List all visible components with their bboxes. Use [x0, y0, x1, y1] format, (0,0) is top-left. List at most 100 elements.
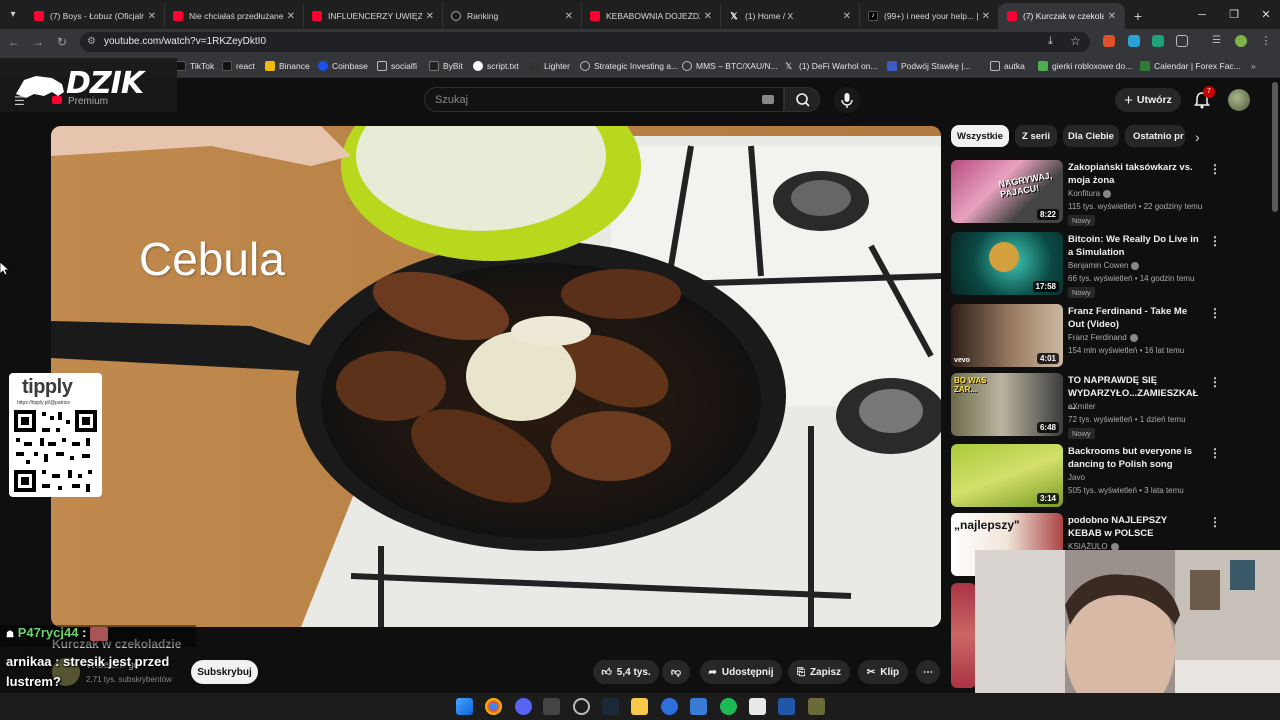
- app-icon[interactable]: [749, 698, 766, 715]
- chevron-right-icon[interactable]: ›: [1195, 129, 1200, 145]
- bookmark-folder[interactable]: socialfi: [377, 59, 417, 73]
- reading-list-icon[interactable]: ☰: [1212, 35, 1224, 47]
- browser-tab[interactable]: Ranking ✕: [443, 3, 582, 29]
- close-icon[interactable]: ✕: [287, 11, 295, 22]
- browser-tab[interactable]: Nie chciałaś przedłużanej ✕: [165, 3, 304, 29]
- more-options-icon[interactable]: ⋮: [1209, 162, 1221, 176]
- discord-icon[interactable]: [515, 698, 532, 715]
- bookmark-item[interactable]: Coinbase: [318, 59, 368, 73]
- channel-name[interactable]: Benjamin Cowen: [1068, 261, 1140, 270]
- bookmark-item[interactable]: 𝕏 (1) DeFi Warhol on...: [785, 59, 878, 73]
- chip-all[interactable]: Wszystkie: [951, 125, 1009, 147]
- close-icon[interactable]: ✕: [426, 11, 434, 22]
- hamburger-menu-icon[interactable]: ☰: [14, 94, 25, 108]
- account-avatar[interactable]: [1228, 89, 1250, 111]
- video-thumbnail[interactable]: [951, 583, 976, 688]
- app-icon[interactable]: [808, 698, 825, 715]
- bookmark-item[interactable]: Podwój Stawkę |...: [887, 59, 971, 73]
- recommendation-item[interactable]: 17:58 Bitcoin: We Really Do Live in a Si…: [951, 232, 1221, 298]
- profile-avatar[interactable]: [1235, 35, 1247, 47]
- video-title[interactable]: Backrooms but everyone is dancing to Pol…: [1068, 445, 1203, 471]
- keyboard-icon[interactable]: [762, 95, 774, 104]
- more-bookmarks-icon[interactable]: »: [1251, 59, 1256, 73]
- bookmark-item[interactable]: script.txt: [473, 59, 519, 73]
- bookmark-item[interactable]: Binance: [265, 59, 310, 73]
- install-app-icon[interactable]: ⤓: [1048, 35, 1053, 48]
- recommendation-item[interactable]: 3:14 Backrooms but everyone is dancing t…: [951, 444, 1221, 510]
- reload-icon[interactable]: ↻: [54, 34, 70, 50]
- video-thumbnail[interactable]: BO WAS ZAR... 6:48: [951, 373, 1063, 436]
- close-window-icon[interactable]: ✕: [1250, 0, 1280, 29]
- spotify-icon[interactable]: [720, 698, 737, 715]
- extensions-puzzle-icon[interactable]: [1176, 35, 1188, 47]
- app-icon[interactable]: [573, 698, 590, 715]
- minimize-icon[interactable]: ─: [1186, 0, 1218, 29]
- scrollbar[interactable]: [1272, 82, 1278, 212]
- more-options-icon[interactable]: ⋮: [1209, 446, 1221, 460]
- app-icon[interactable]: [661, 698, 678, 715]
- search-button[interactable]: [784, 87, 820, 112]
- chrome-icon[interactable]: [485, 698, 502, 715]
- chip-recently[interactable]: Ostatnio pr: [1125, 125, 1185, 147]
- extension-icon[interactable]: [1152, 35, 1164, 47]
- more-actions-button[interactable]: ⋯: [916, 660, 940, 684]
- bookmark-item[interactable]: Strategic Investing a...: [580, 59, 678, 73]
- browser-tab[interactable]: ♪ (99+) i need your help... | ✕: [860, 3, 999, 29]
- video-thumbnail[interactable]: 17:58: [951, 232, 1063, 295]
- file-explorer-icon[interactable]: [631, 698, 648, 715]
- save-button[interactable]: ⎘ Zapisz: [788, 660, 850, 684]
- bookmark-item[interactable]: Lighter: [530, 59, 570, 73]
- browser-tab-active[interactable]: (7) Kurczak w czekola ✕: [999, 3, 1125, 29]
- browser-tab[interactable]: KEBABOWNIA DOJEŻDŻA ✕: [582, 3, 721, 29]
- video-player[interactable]: Cebula: [51, 126, 941, 627]
- bookmark-item[interactable]: ByBit: [429, 59, 463, 73]
- chip-for-you[interactable]: Dla Ciebie: [1063, 125, 1119, 147]
- back-icon[interactable]: ←: [6, 34, 22, 50]
- bookmark-item[interactable]: gierki robloxowe do...: [1038, 59, 1132, 73]
- search-input[interactable]: Szukaj: [424, 87, 784, 112]
- channel-name[interactable]: Javo: [1068, 473, 1085, 482]
- steam-icon[interactable]: [602, 698, 619, 715]
- bookmark-item[interactable]: Calendar | Forex Fac...: [1140, 59, 1241, 73]
- new-tab-button[interactable]: +: [1125, 3, 1151, 29]
- forward-icon[interactable]: →: [30, 34, 46, 50]
- maximize-icon[interactable]: ❐: [1218, 0, 1250, 29]
- voice-search-button[interactable]: [834, 87, 860, 113]
- video-title[interactable]: Franz Ferdinand - Take Me Out (Video): [1068, 305, 1203, 331]
- more-options-icon[interactable]: ⋮: [1209, 306, 1221, 320]
- share-button[interactable]: ➦ Udostępnij: [700, 660, 782, 684]
- like-button[interactable]: 👍︎ 5,4 tys.: [593, 660, 659, 684]
- recommendation-item[interactable]: NAGRYWAJ, PAJACU! 8:22 Zakopiański taksó…: [951, 160, 1221, 226]
- bookmark-folder[interactable]: autka: [990, 59, 1025, 73]
- more-options-icon[interactable]: ⋮: [1209, 515, 1221, 529]
- app-icon[interactable]: [690, 698, 707, 715]
- create-button[interactable]: + Utwórz: [1115, 88, 1181, 112]
- browser-menu-icon[interactable]: ⋮: [1260, 35, 1272, 47]
- close-icon[interactable]: ✕: [982, 11, 990, 22]
- video-title[interactable]: Zakopiański taksówkarz vs. moja żona: [1068, 161, 1203, 187]
- extension-icon[interactable]: [1103, 35, 1115, 47]
- url-text[interactable]: youtube.com/watch?v=1RKZeyDktI0: [104, 36, 266, 47]
- bookmark-item[interactable]: react: [222, 59, 255, 73]
- close-icon[interactable]: ✕: [148, 11, 156, 22]
- close-icon[interactable]: ✕: [565, 11, 573, 22]
- video-thumbnail[interactable]: 3:14: [951, 444, 1063, 507]
- video-title[interactable]: podobno NAJLEPSZY KEBAB w POLSCE: [1068, 514, 1203, 540]
- more-options-icon[interactable]: ⋮: [1209, 375, 1221, 389]
- app-icon[interactable]: [543, 698, 560, 715]
- close-icon[interactable]: ✕: [704, 11, 712, 22]
- browser-tab[interactable]: INFLUENCERZY UWIĘZIENI ✕: [304, 3, 443, 29]
- app-icon[interactable]: [778, 698, 795, 715]
- browser-tab[interactable]: (7) Boys - Łobuz (Oficjalny ✕: [26, 3, 165, 29]
- omnibox[interactable]: ⚙ youtube.com/watch?v=1RKZeyDktI0 ⤓ ☆: [80, 32, 1090, 52]
- dislike-button[interactable]: 👎︎: [662, 660, 690, 684]
- video-thumbnail[interactable]: NAGRYWAJ, PAJACU! 8:22: [951, 160, 1063, 223]
- bookmark-item[interactable]: TikTok: [176, 59, 214, 73]
- clip-button[interactable]: ✂ Klip: [858, 660, 908, 684]
- bookmark-star-icon[interactable]: ☆: [1070, 34, 1081, 48]
- close-icon[interactable]: ✕: [843, 11, 851, 22]
- video-thumbnail[interactable]: vevo 4:01: [951, 304, 1063, 367]
- recommendation-item[interactable]: vevo 4:01 Franz Ferdinand - Take Me Out …: [951, 304, 1221, 370]
- bookmark-item[interactable]: MMS – BTC/XAU/N...: [682, 59, 778, 73]
- chip-series[interactable]: Z serii: [1015, 125, 1057, 147]
